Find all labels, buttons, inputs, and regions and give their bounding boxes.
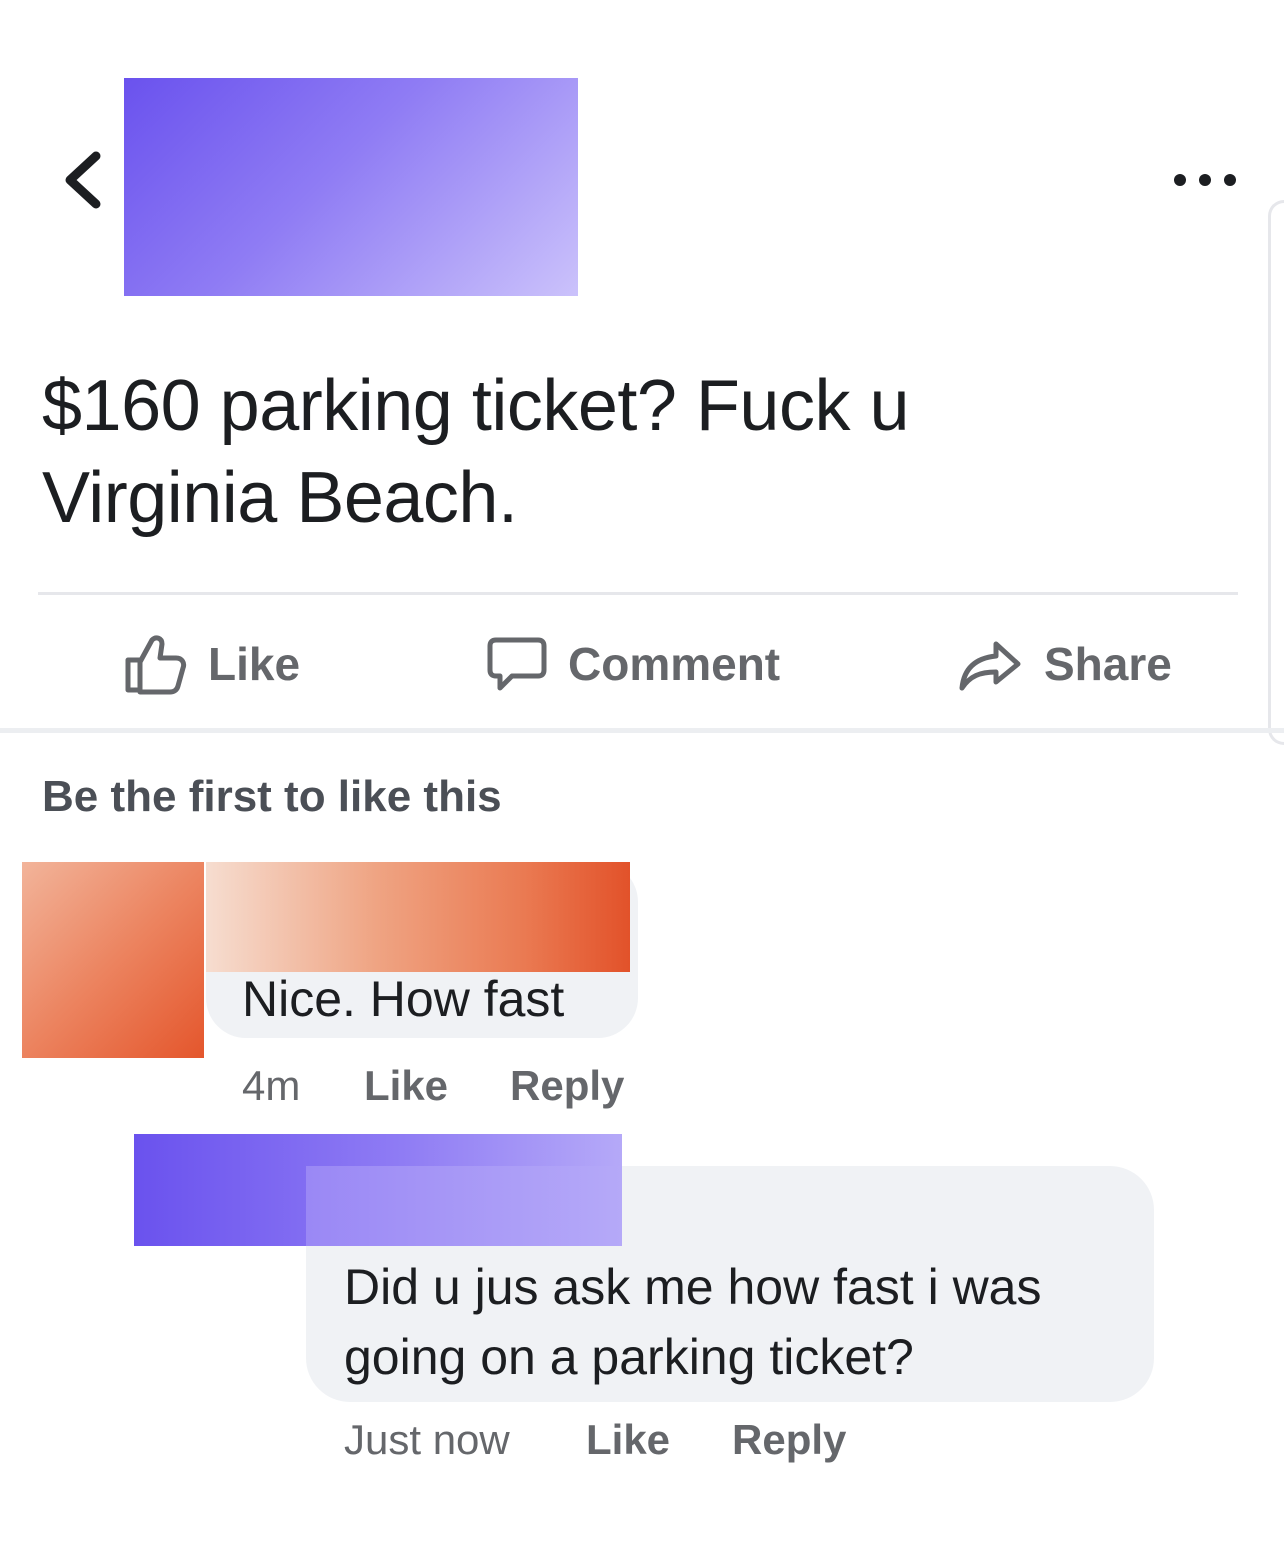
post-text-line-1: $160 parking ticket? Fuck u: [42, 366, 910, 446]
comment-label: Comment: [568, 638, 781, 690]
redacted-author-name: [124, 78, 578, 296]
reactions-summary[interactable]: Be the first to like this: [42, 772, 502, 822]
comment-like-link[interactable]: Like: [364, 1062, 448, 1110]
thumbs-up-icon: [125, 635, 187, 695]
section-divider: [0, 728, 1284, 733]
card-edge: [1268, 200, 1284, 745]
share-label: Share: [1044, 638, 1172, 690]
like-button[interactable]: Like: [122, 632, 300, 696]
post-text-line-2: Virginia Beach.: [42, 458, 518, 538]
reply-like-link[interactable]: Like: [586, 1416, 670, 1464]
reply-text-line-2: going on a parking ticket?: [344, 1329, 914, 1385]
like-label: Like: [208, 638, 301, 690]
more-horizontal-icon[interactable]: [1170, 168, 1240, 192]
reply-reply-link[interactable]: Reply: [732, 1416, 846, 1464]
redacted-avatar: [22, 862, 204, 1058]
reply-time: Just now: [344, 1416, 510, 1463]
comment-text: Nice. How fast: [242, 971, 565, 1027]
comment-button[interactable]: Comment: [486, 632, 780, 696]
post-text: $160 parking ticket? Fuck u Virginia Bea…: [42, 360, 1122, 544]
reply-text-line-1: Did u jus ask me how fast i was: [344, 1259, 1042, 1315]
share-icon: [959, 641, 1021, 691]
redacted-commenter-name: [206, 862, 630, 972]
chevron-left-icon[interactable]: [58, 148, 106, 212]
comment-icon: [487, 637, 547, 691]
comment-time: 4m: [242, 1062, 301, 1109]
share-button[interactable]: Share: [958, 632, 1172, 696]
reply-text: Did u jus ask me how fast i was going on…: [344, 1252, 1042, 1392]
redacted-reply-name-overlap: [306, 1166, 622, 1246]
post-divider: [38, 592, 1238, 595]
comment-reply-link[interactable]: Reply: [510, 1062, 624, 1110]
